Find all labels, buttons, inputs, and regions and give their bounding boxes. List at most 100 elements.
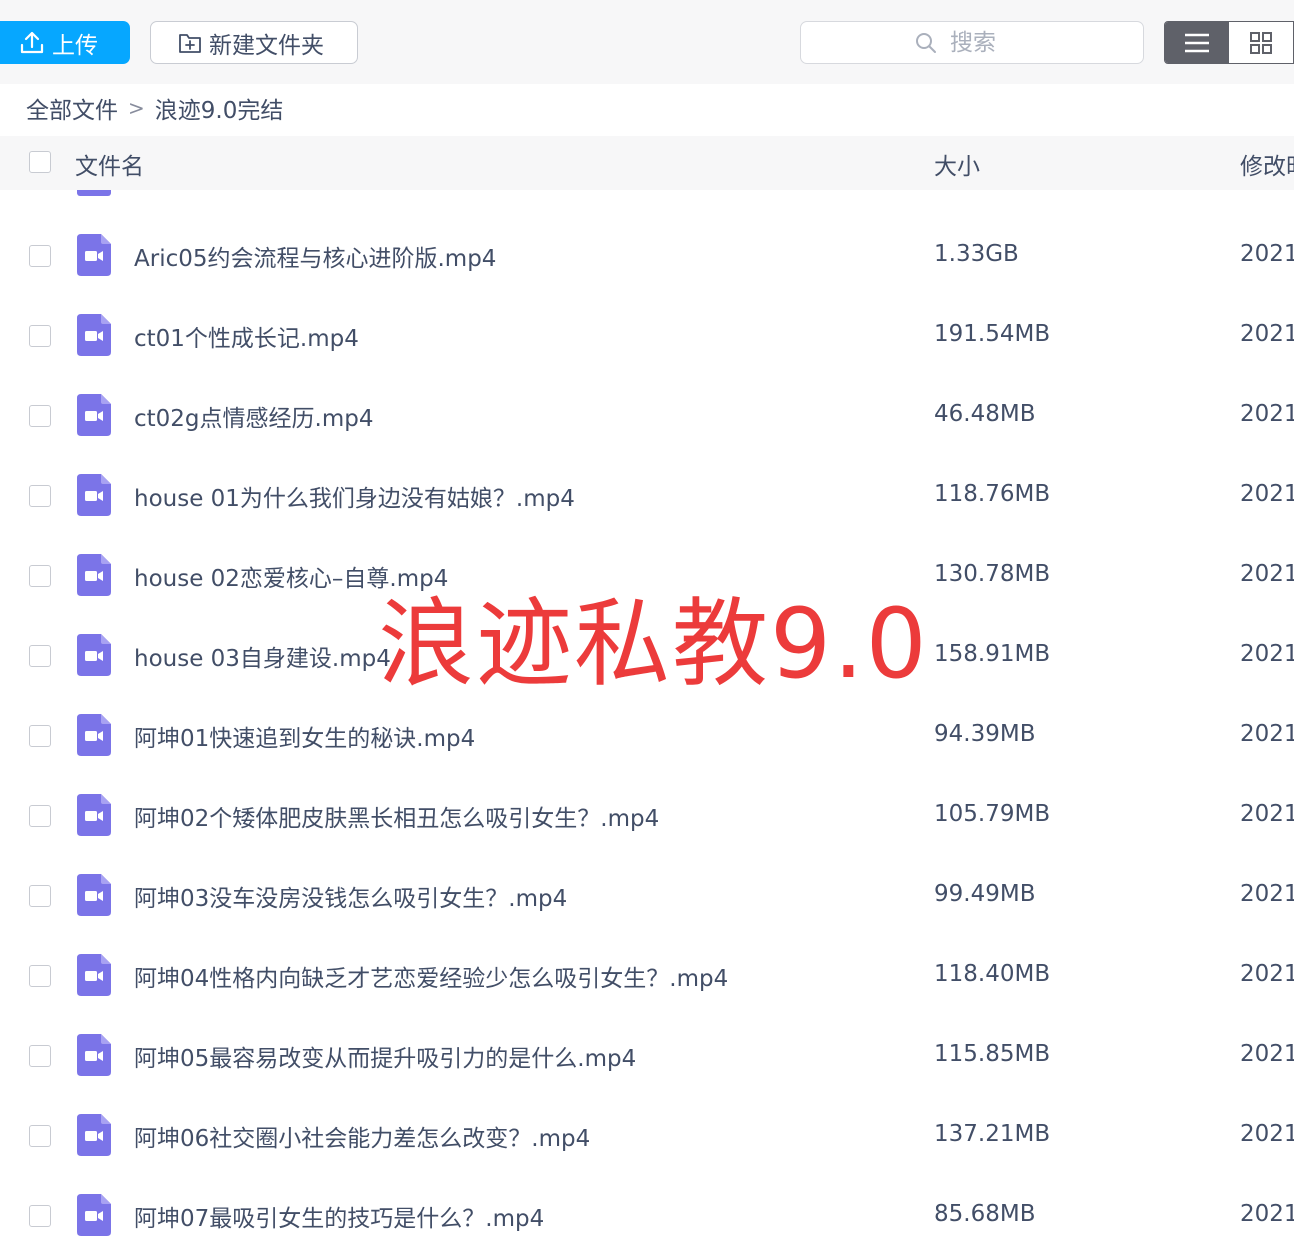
file-size: 105.79MB <box>934 801 1051 827</box>
file-size: 94.39MB <box>934 721 1036 747</box>
file-size: 118.40MB <box>934 961 1051 987</box>
table-row[interactable]: 阿坤02个矮体肥皮肤黑长相丑怎么吸引女生？.mp4 105.79MB 2021 <box>0 776 1294 856</box>
row-checkbox[interactable] <box>29 405 51 427</box>
row-checkbox[interactable] <box>29 885 51 907</box>
new-folder-button[interactable]: 新建文件夹 <box>150 21 358 64</box>
file-size: 191.54MB <box>934 321 1051 347</box>
table-row[interactable]: 阿坤04性格内向缺乏才艺恋爱经验少怎么吸引女生？.mp4 118.40MB 2021 <box>0 936 1294 1016</box>
breadcrumb-root[interactable]: 全部文件 <box>26 91 118 125</box>
file-name[interactable]: 阿坤02个矮体肥皮肤黑长相丑怎么吸引女生？.mp4 <box>134 799 659 833</box>
row-checkbox[interactable] <box>29 1125 51 1147</box>
table-row[interactable]: 阿坤07最吸引女生的技巧是什么？.mp4 85.68MB 2021 <box>0 1176 1294 1252</box>
file-name[interactable]: 阿坤05最容易改变从而提升吸引力的是什么.mp4 <box>134 1039 636 1073</box>
file-name[interactable]: 阿坤03没车没房没钱怎么吸引女生？.mp4 <box>134 879 567 913</box>
row-checkbox[interactable] <box>29 245 51 267</box>
row-checkbox[interactable] <box>29 325 51 347</box>
row-checkbox[interactable] <box>29 1045 51 1067</box>
table-row[interactable]: 阿坤01快速追到女生的秘诀.mp4 94.39MB 2021 <box>0 696 1294 776</box>
table-header: 文件名 大小 修改时 <box>0 136 1294 190</box>
search-box[interactable] <box>800 21 1144 64</box>
video-file-icon <box>77 954 111 996</box>
breadcrumb-separator: > <box>128 96 145 120</box>
search-icon <box>916 32 936 53</box>
grid-view-icon <box>1250 31 1272 54</box>
video-file-icon <box>77 554 111 596</box>
row-checkbox[interactable] <box>29 645 51 667</box>
video-file-icon <box>77 1194 111 1236</box>
file-size: 46.48MB <box>934 401 1036 427</box>
row-checkbox[interactable] <box>29 565 51 587</box>
video-file-icon <box>77 234 111 276</box>
video-file-icon <box>77 1034 111 1076</box>
video-file-icon <box>77 794 111 836</box>
select-all-checkbox[interactable] <box>29 151 51 173</box>
table-row[interactable]: ct02g点情感经历.mp4 46.48MB 2021 <box>0 376 1294 456</box>
file-modified-date: 2021 <box>1240 1201 1294 1227</box>
file-modified-date: 2021 <box>1240 561 1294 587</box>
table-row[interactable]: 阿坤03没车没房没钱怎么吸引女生？.mp4 99.49MB 2021 <box>0 856 1294 936</box>
file-modified-date: 2021 <box>1240 321 1294 347</box>
upload-icon <box>20 31 44 53</box>
file-name[interactable]: 阿坤01快速追到女生的秘诀.mp4 <box>134 719 475 753</box>
row-checkbox[interactable] <box>29 725 51 747</box>
table-row[interactable]: Aric05约会流程与核心进阶版.mp4 1.33GB 2021 <box>0 216 1294 296</box>
new-folder-label: 新建文件夹 <box>209 32 324 59</box>
column-header-size[interactable]: 大小 <box>934 147 980 181</box>
video-file-icon <box>77 634 111 676</box>
file-size: 1.33GB <box>934 241 1019 267</box>
breadcrumb: 全部文件 > 浪迹9.0完结 <box>26 90 283 126</box>
table-row[interactable]: 阿坤05最容易改变从而提升吸引力的是什么.mp4 115.85MB 2021 <box>0 1016 1294 1096</box>
video-file-icon <box>77 394 111 436</box>
video-file-icon <box>77 714 111 756</box>
grid-view-button[interactable] <box>1229 22 1293 63</box>
video-file-icon <box>77 1114 111 1156</box>
file-name[interactable]: 阿坤06社交圈小社会能力差怎么改变？.mp4 <box>134 1119 590 1153</box>
file-modified-date: 2021 <box>1240 1121 1294 1147</box>
upload-label: 上传 <box>52 32 98 59</box>
file-size: 130.78MB <box>934 561 1051 587</box>
file-size: 158.91MB <box>934 641 1051 667</box>
file-name[interactable]: house 01为什么我们身边没有姑娘？.mp4 <box>134 479 575 513</box>
file-size: 99.49MB <box>934 881 1036 907</box>
file-modified-date: 2021 <box>1240 481 1294 507</box>
search-input[interactable] <box>950 29 1030 56</box>
video-file-icon <box>77 190 111 196</box>
table-row[interactable]: 阿坤06社交圈小社会能力差怎么改变？.mp4 137.21MB 2021 <box>0 1096 1294 1176</box>
file-modified-date: 2021 <box>1240 641 1294 667</box>
list-view-button[interactable] <box>1165 22 1229 63</box>
file-modified-date: 2021 <box>1240 241 1294 267</box>
row-checkbox[interactable] <box>29 805 51 827</box>
table-row[interactable]: house 01为什么我们身边没有姑娘？.mp4 118.76MB 2021 <box>0 456 1294 536</box>
file-name[interactable]: 阿坤04性格内向缺乏才艺恋爱经验少怎么吸引女生？.mp4 <box>134 959 728 993</box>
file-size: 85.68MB <box>934 1201 1036 1227</box>
table-row[interactable]: ct01个性成长记.mp4 191.54MB 2021 <box>0 296 1294 376</box>
file-modified-date: 2021 <box>1240 721 1294 747</box>
video-file-icon <box>77 474 111 516</box>
column-header-modified[interactable]: 修改时 <box>1240 147 1294 181</box>
file-modified-date: 2021 <box>1240 801 1294 827</box>
file-modified-date: 2021 <box>1240 1041 1294 1067</box>
toolbar: 上传 新建文件夹 <box>0 0 1294 84</box>
folder-plus-icon <box>179 33 201 53</box>
breadcrumb-current: 浪迹9.0完结 <box>154 98 284 124</box>
row-checkbox[interactable] <box>29 485 51 507</box>
file-size: 115.85MB <box>934 1041 1051 1067</box>
file-size: 118.76MB <box>934 481 1051 507</box>
file-modified-date: 2021 <box>1240 961 1294 987</box>
row-checkbox[interactable] <box>29 1205 51 1227</box>
list-view-icon <box>1185 33 1209 52</box>
video-file-icon <box>77 314 111 356</box>
upload-button[interactable]: 上传 <box>0 21 130 64</box>
file-name[interactable]: ct02g点情感经历.mp4 <box>134 399 373 433</box>
row-checkbox[interactable] <box>29 965 51 987</box>
watermark: 浪迹私教9.0 <box>378 588 929 700</box>
file-name[interactable]: ct01个性成长记.mp4 <box>134 319 359 353</box>
file-modified-date: 2021 <box>1240 401 1294 427</box>
file-modified-date: 2021 <box>1240 881 1294 907</box>
file-name[interactable]: Aric05约会流程与核心进阶版.mp4 <box>134 239 496 273</box>
file-size: 137.21MB <box>934 1121 1051 1147</box>
file-name[interactable]: house 03自身建设.mp4 <box>134 639 391 673</box>
column-header-name[interactable]: 文件名 <box>75 147 144 181</box>
file-name[interactable]: 阿坤07最吸引女生的技巧是什么？.mp4 <box>134 1199 544 1233</box>
video-file-icon <box>77 874 111 916</box>
